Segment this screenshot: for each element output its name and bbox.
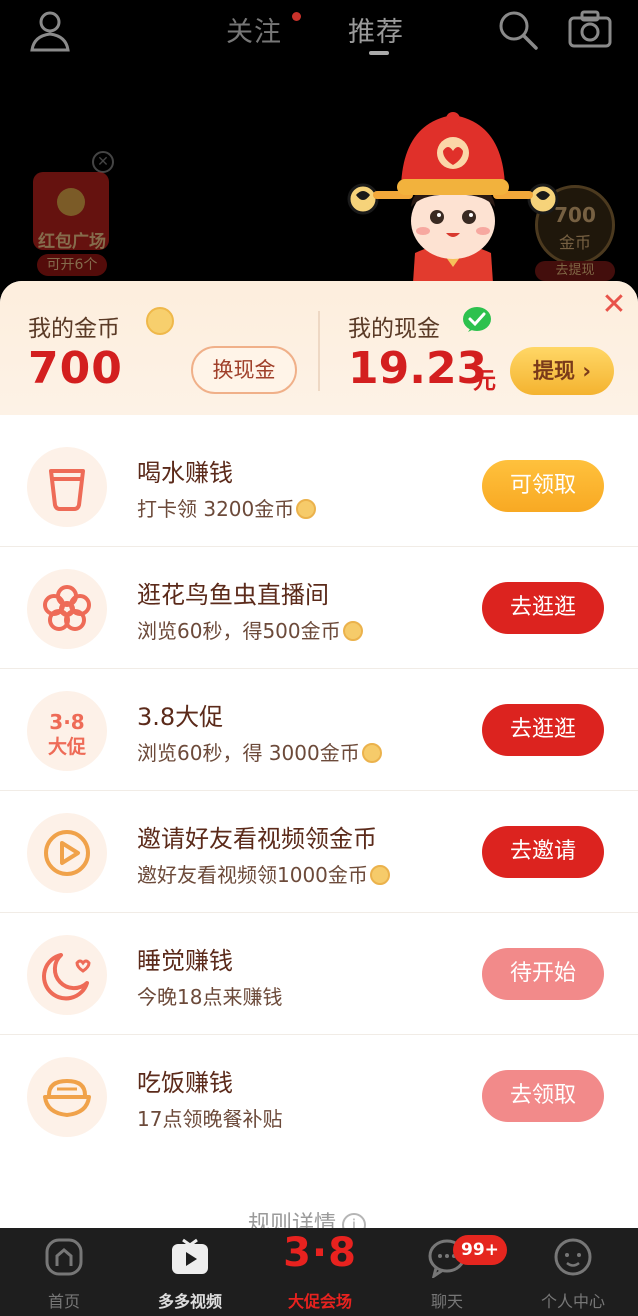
camera-icon[interactable] [566,6,614,54]
task-desc: 打卡领 3200金币 [137,493,317,522]
task-item-sleep: 睡觉赚钱 今晚18点来赚钱 待开始 [0,913,638,1035]
cash-label: 我的现金 [348,316,440,342]
browse-button[interactable]: 去逛逛 [482,704,604,756]
nav-label: 多多视频 [157,1292,222,1311]
exchange-cash-button[interactable]: 换现金 [191,346,297,394]
redpack-count: 可开6个 [37,254,107,276]
search-icon[interactable] [494,6,542,54]
mascot-illustration [343,103,563,283]
coin-icon [369,865,390,885]
tab-active-indicator [369,51,389,55]
pending-button[interactable]: 待开始 [482,948,604,1000]
task-title: 邀请好友看视频领金币 [137,825,377,853]
claim-button[interactable]: 可领取 [482,460,604,512]
task-item-invite-friends: 邀请好友看视频领金币 邀好友看视频领1000金币 去邀请 [0,791,638,913]
promo-icon-text-bottom: 大促 [48,735,86,758]
wechat-pay-icon [462,306,492,334]
invite-button[interactable]: 去邀请 [482,826,604,878]
bowl-icon [27,1057,107,1137]
coin-icon [361,743,382,763]
chat-unread-badge: 99+ [453,1235,507,1265]
task-sheet: 我的金币 700 换现金 我的现金 19.23 元 提现 › ✕ 喝水赚钱 打卡… [0,281,638,1316]
task-list: 喝水赚钱 打卡领 3200金币 可领取 逛花鸟鱼虫直播间 浏览60秒，得500金… [0,425,638,1157]
moon-icon [27,935,107,1015]
close-icon[interactable]: ✕ [598,289,630,321]
task-title: 睡觉赚钱 [137,947,233,975]
nav-promo[interactable]: 3·8 大促会场 [265,1228,375,1316]
nav-video[interactable]: 多多视频 [135,1228,245,1316]
nav-profile[interactable]: 个人中心 [518,1228,628,1316]
promo-38-icon: 3·8 大促 [27,691,107,771]
task-item-drink-water: 喝水赚钱 打卡领 3200金币 可领取 [0,425,638,547]
wallet-header: 我的金币 700 换现金 我的现金 19.23 元 提现 › ✕ [0,281,638,415]
task-desc: 邀好友看视频领1000金币 [137,859,390,888]
redpack-plaza[interactable]: 红包广场 可开6个 [33,172,109,280]
cash-balance: 19.23 [348,343,488,394]
task-title: 喝水赚钱 [137,459,233,487]
task-desc: 17点领晚餐补贴 [137,1107,283,1131]
promo-icon-text-top: 3·8 [49,710,84,734]
flower-icon [27,569,107,649]
tab-follow[interactable]: 关注 [226,10,282,49]
task-title: 吃饭赚钱 [137,1069,233,1097]
profile-icon [554,1238,592,1276]
coin-balance: 700 [28,343,123,394]
coin-icon [296,499,317,519]
tab-recommend[interactable]: 推荐 [348,10,404,49]
cup-icon [27,447,107,527]
task-item-promo-38: 3·8 大促 3.8大促 浏览60秒，得 3000金币 去逛逛 [0,669,638,791]
coin-icon [146,307,174,335]
task-title: 逛花鸟鱼虫直播间 [137,581,329,609]
coin-label: 我的金币 [28,316,120,342]
task-title: 3.8大促 [137,703,224,731]
coin-icon [342,621,363,641]
nav-label: 首页 [47,1292,80,1311]
task-item-flower-live: 逛花鸟鱼虫直播间 浏览60秒，得500金币 去逛逛 [0,547,638,669]
home-icon [45,1238,83,1276]
claim-meal-button[interactable]: 去领取 [482,1070,604,1122]
notification-dot [292,12,301,21]
task-desc: 浏览60秒，得 3000金币 [137,737,382,766]
redpack-title: 红包广场 [38,232,106,252]
wallet-divider [318,311,320,391]
top-bar: 关注 推荐 [0,0,638,70]
nav-home[interactable]: 首页 [9,1228,119,1316]
browse-button[interactable]: 去逛逛 [482,582,604,634]
play-icon [27,813,107,893]
close-redpack-icon[interactable]: ✕ [92,151,114,173]
nav-label: 大促会场 [287,1292,352,1311]
nav-label: 聊天 [430,1292,463,1311]
nav-label: 个人中心 [540,1292,605,1311]
video-icon [172,1238,208,1274]
bottom-nav: 首页 多多视频 3·8 大促会场 聊天 个人中心 [0,1228,638,1316]
redpack-coin-icon [57,188,85,216]
task-desc: 浏览60秒，得500金币 [137,615,363,644]
user-icon[interactable] [26,6,74,54]
task-item-meal: 吃饭赚钱 17点领晚餐补贴 去领取 [0,1035,638,1157]
cash-unit: 元 [473,368,496,394]
withdraw-button[interactable]: 提现 › [510,347,614,395]
promo-38-logo: 3·8 [283,1230,357,1276]
task-desc: 今晚18点来赚钱 [137,985,283,1009]
